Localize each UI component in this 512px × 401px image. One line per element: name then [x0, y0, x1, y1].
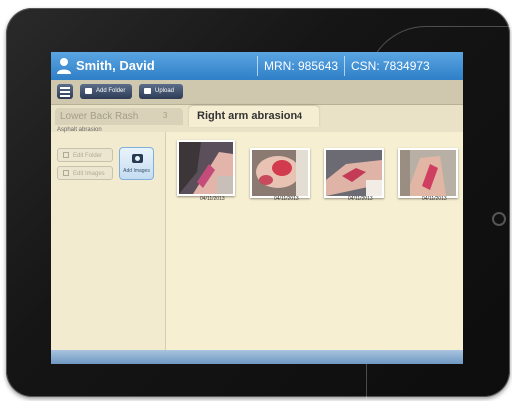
camera-icon: [144, 88, 151, 94]
tab-count: 4: [297, 111, 303, 121]
wound-photo-thumbnail[interactable]: [324, 148, 384, 198]
edit-images-button[interactable]: Edit Images: [57, 166, 113, 180]
mrn-label: MRN: 985643: [264, 59, 339, 73]
image-date: 04/11/2013: [274, 196, 299, 202]
header-divider: [257, 56, 258, 76]
toolbar: Add Folder Upload: [51, 80, 463, 105]
wound-photo-thumbnail[interactable]: [398, 148, 458, 198]
folder-icon: [85, 88, 92, 94]
add-folder-label: Add Folder: [96, 88, 126, 94]
camera-icon: [132, 154, 143, 163]
csn-label: CSN: 7834973: [351, 59, 430, 73]
bottom-bar: [51, 350, 463, 364]
patient-header: Smith, David MRN: 985643 CSN: 7834973: [51, 52, 463, 80]
tab-right-arm-abrasion[interactable]: Right arm abrasion 4: [189, 106, 319, 127]
home-button[interactable]: [492, 212, 506, 226]
wound-photo-thumbnail[interactable]: [250, 148, 310, 198]
stage: Smith, David MRN: 985643 CSN: 7834973 Ad…: [0, 0, 512, 401]
tab-lower-back-rash[interactable]: Lower Back Rash 3: [55, 108, 183, 125]
image-date: 04/11/2013: [348, 196, 373, 202]
tab-label: Right arm abrasion: [197, 110, 298, 122]
app-screen: Smith, David MRN: 985643 CSN: 7834973 Ad…: [51, 52, 463, 364]
wound-photo: [326, 150, 382, 196]
tab-label: Lower Back Rash: [60, 111, 139, 122]
wound-photo: [252, 150, 308, 196]
tab-count: 3: [163, 111, 168, 120]
folder-tabs: Lower Back Rash 3 Right arm abrasion 4: [51, 105, 463, 127]
wound-photo: [400, 150, 456, 196]
add-folder-button[interactable]: Add Folder: [80, 84, 132, 99]
patient-name: Smith, David: [76, 58, 155, 73]
image-gallery: 04/11/2013 04/11/2013 04/11/2013 04/11/2…: [166, 132, 463, 350]
add-images-label: Add Images: [123, 168, 150, 174]
edit-folder-label: Edit Folder: [73, 153, 103, 159]
upload-label: Upload: [155, 88, 175, 94]
folder-subtitle: Asphalt abrasion: [57, 127, 102, 133]
menu-button[interactable]: [57, 84, 73, 99]
upload-button[interactable]: Upload: [139, 84, 183, 99]
add-images-button[interactable]: Add Images: [119, 147, 154, 180]
edit-images-label: Edit Images: [73, 171, 105, 177]
menu-icon: [60, 95, 70, 97]
header-divider: [344, 56, 345, 76]
grid-icon: [63, 170, 69, 176]
menu-icon: [60, 91, 70, 93]
image-date: 04/11/2013: [200, 196, 225, 202]
wound-photo: [179, 142, 233, 194]
wound-photo-thumbnail[interactable]: [177, 140, 235, 196]
image-date: 04/11/2013: [422, 196, 447, 202]
pencil-icon: [63, 152, 69, 158]
edit-folder-button[interactable]: Edit Folder: [57, 148, 113, 162]
user-icon: [57, 58, 71, 74]
menu-icon: [60, 87, 70, 89]
